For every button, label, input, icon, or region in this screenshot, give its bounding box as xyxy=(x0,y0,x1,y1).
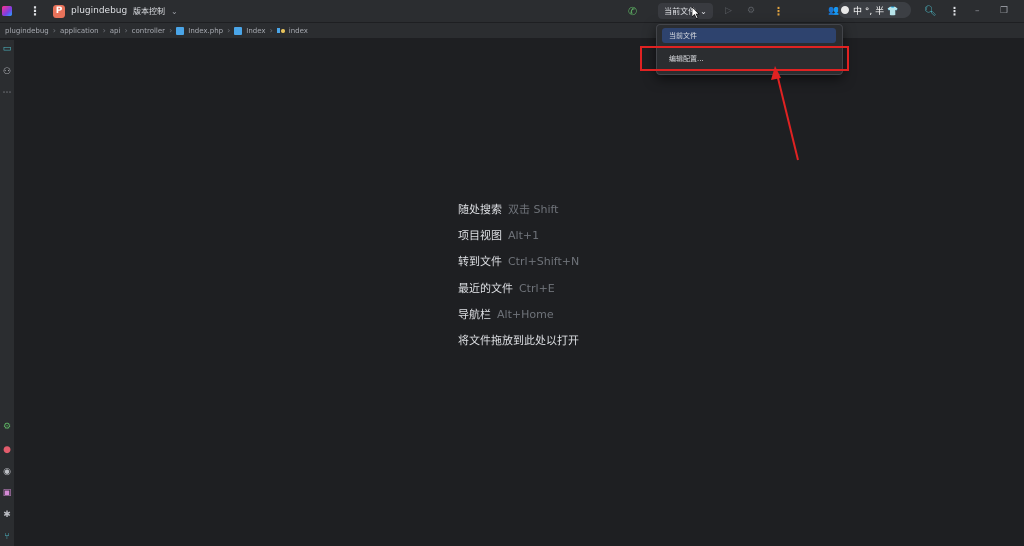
project-badge: P xyxy=(53,4,65,18)
class-icon xyxy=(234,26,243,35)
vcs-menu[interactable]: 版本控制 ⌄ xyxy=(133,0,178,22)
debug-icon[interactable]: ⚙ xyxy=(747,0,755,22)
project-name: plugindebug xyxy=(71,6,128,16)
hint-label: 转到文件 xyxy=(458,255,502,268)
hint-recent-files: 最近的文件 Ctrl+E xyxy=(458,280,555,296)
title-bar: ⋮ P plugindebug ⌄ 版本控制 ⌄ ✆ 当前文件 ⌄ ▷ ⚙ ⋮ … xyxy=(0,0,1024,23)
ime-indicator[interactable]: 中 °, 半 👕 xyxy=(838,2,911,18)
settings-icon[interactable]: ⋮ xyxy=(949,0,960,22)
annotation-arrow xyxy=(771,66,799,161)
chevron-right-icon: › xyxy=(52,26,56,35)
breadcrumb-item[interactable]: controller xyxy=(132,27,165,35)
terminal-tool-icon[interactable]: ▣ xyxy=(0,488,14,498)
hint-label: 随处搜索 xyxy=(458,203,502,216)
restore-icon[interactable]: ❐ xyxy=(1000,0,1008,22)
breadcrumb-item[interactable]: api xyxy=(110,27,121,35)
breadcrumb: plugindebug › application › api › contro… xyxy=(0,23,1024,39)
dropdown-item-current-file[interactable]: 当前文件 xyxy=(662,28,836,43)
run-tool-icon[interactable]: ◉ xyxy=(0,467,14,477)
method-icon xyxy=(276,27,285,35)
hint-label: 项目视图 xyxy=(458,229,502,242)
chevron-right-icon: › xyxy=(102,26,106,35)
mouse-cursor-icon xyxy=(692,7,700,19)
hint-shortcut: Alt+1 xyxy=(508,229,540,242)
chevron-down-icon: ⌄ xyxy=(700,6,707,16)
chevron-right-icon: › xyxy=(269,26,273,35)
project-tool-icon[interactable]: ▭ xyxy=(0,44,14,54)
hint-project-view: 项目视图 Alt+1 xyxy=(458,227,539,243)
services-tool-icon[interactable]: ⚙ xyxy=(0,422,14,432)
code-with-me-icon[interactable]: ✆ xyxy=(628,0,637,22)
hint-goto-file: 转到文件 Ctrl+Shift+N xyxy=(458,253,579,269)
breadcrumb-item[interactable]: plugindebug xyxy=(5,27,49,35)
ime-dot-icon xyxy=(841,6,849,14)
ime-text: 中 °, 半 👕 xyxy=(853,6,899,17)
chevron-right-icon: › xyxy=(124,26,128,35)
run-icon[interactable]: ▷ xyxy=(725,0,732,22)
breadcrumb-item[interactable]: application xyxy=(60,27,99,35)
left-tool-stripe: ▭ ⚇ ⋯ ⚙ ● ◉ ▣ ✱ ⑂ xyxy=(0,40,15,546)
debug-tool-icon[interactable]: ✱ xyxy=(0,510,14,520)
hint-shortcut: Ctrl+E xyxy=(519,282,555,295)
chevron-right-icon: › xyxy=(227,26,231,35)
vcs-label: 版本控制 xyxy=(133,6,165,16)
main-menu-icon[interactable]: ⋮ xyxy=(29,0,41,22)
breadcrumb-item[interactable]: Index xyxy=(246,27,265,35)
hint-shortcut: Ctrl+Shift+N xyxy=(508,255,580,268)
run-config-selector[interactable]: 当前文件 ⌄ xyxy=(658,3,713,19)
chevron-down-icon: ⌄ xyxy=(171,6,178,16)
more-tools-icon[interactable]: ⋯ xyxy=(0,88,14,98)
hint-search-everywhere: 随处搜索 双击 Shift xyxy=(458,201,559,217)
hint-shortcut: 双击 Shift xyxy=(508,203,559,216)
search-icon[interactable]: 🔍︎ xyxy=(924,0,937,22)
hint-label: 导航栏 xyxy=(458,308,491,321)
hint-label: 将文件拖放到此处以打开 xyxy=(458,334,579,347)
php-file-icon xyxy=(176,26,185,35)
structure-tool-icon[interactable]: ⚇ xyxy=(0,67,14,77)
hint-shortcut: Alt+Home xyxy=(497,308,554,321)
hint-navigation-bar: 导航栏 Alt+Home xyxy=(458,306,554,322)
project-selector[interactable]: P plugindebug ⌄ xyxy=(53,0,140,22)
annotation-highlight-box xyxy=(640,46,849,71)
chevron-right-icon: › xyxy=(169,26,173,35)
more-actions-icon[interactable]: ⋮ xyxy=(773,0,784,22)
jetbrains-logo-icon[interactable] xyxy=(2,0,14,22)
problems-tool-icon[interactable]: ● xyxy=(0,445,14,455)
hint-drop-files: 将文件拖放到此处以打开 xyxy=(458,332,579,348)
vcs-tool-icon[interactable]: ⑂ xyxy=(0,532,14,542)
hint-label: 最近的文件 xyxy=(458,282,513,295)
minimize-icon[interactable]: – xyxy=(975,0,980,22)
breadcrumb-item[interactable]: Index.php xyxy=(188,27,223,35)
breadcrumb-item[interactable]: index xyxy=(289,27,308,35)
